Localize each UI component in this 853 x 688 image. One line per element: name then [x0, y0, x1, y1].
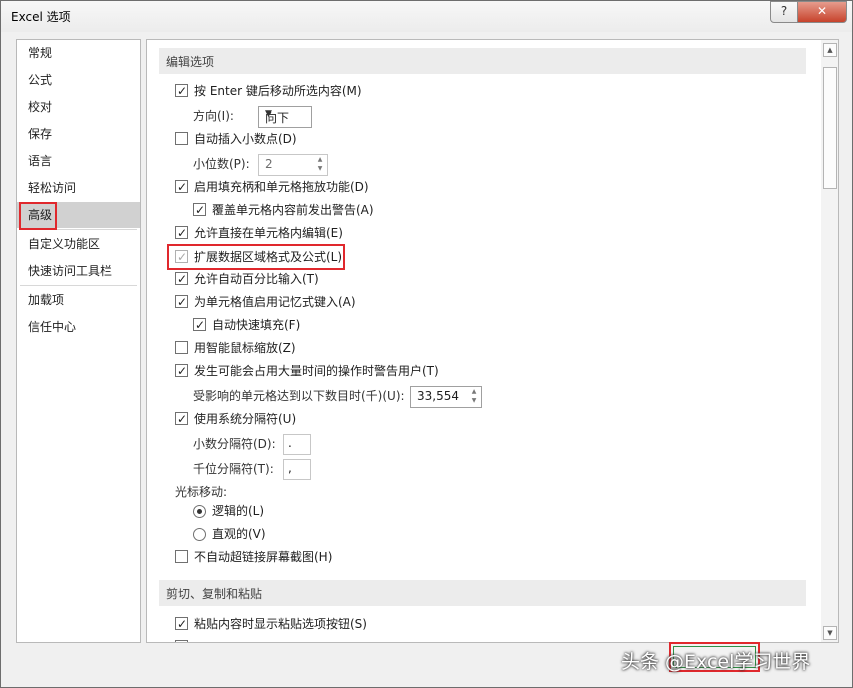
chevron-down-icon: ▼	[265, 109, 272, 119]
decimal-places-spinner[interactable]: 2 ▲ ▼	[258, 154, 328, 176]
checkbox-icon[interactable]	[175, 550, 188, 563]
nav-item-general[interactable]: 常规	[17, 40, 140, 66]
checkbox-icon[interactable]	[175, 341, 188, 354]
radio-icon[interactable]	[193, 528, 206, 541]
decimal-places-label: 小位数(P):	[193, 157, 250, 171]
nav-divider	[20, 285, 137, 286]
nav-item-add-ins[interactable]: 加载项	[17, 287, 140, 313]
decimal-separator-input[interactable]: .	[283, 434, 311, 455]
cells-affected-spinner[interactable]: 33,554 ▲ ▼	[410, 386, 482, 408]
nav-item-customize-ribbon[interactable]: 自定义功能区	[17, 231, 140, 257]
vertical-scrollbar[interactable]: ▲ ▼	[821, 40, 838, 642]
cells-affected-label: 受影响的单元格达到以下数目时(千)(U):	[193, 389, 405, 403]
cursor-movement-label: 光标移动:	[175, 485, 228, 499]
watermark: 头条 @Excel学习世界	[621, 651, 811, 673]
checkbox-icon[interactable]	[175, 223, 188, 243]
close-button[interactable]: ✕	[797, 1, 847, 23]
thousands-separator-input[interactable]: ,	[283, 459, 311, 480]
nav-item-quick-access-toolbar[interactable]: 快速访问工具栏	[17, 258, 140, 284]
nav-item-accessibility[interactable]: 轻松访问	[17, 175, 140, 201]
radio-icon[interactable]	[193, 505, 206, 518]
checkbox-icon[interactable]	[175, 132, 188, 145]
checkbox-icon[interactable]	[175, 177, 188, 197]
direction-label: 方向(I):	[193, 109, 234, 123]
scroll-thumb[interactable]	[823, 67, 837, 189]
decimal-separator-label: 小数分隔符(D):	[193, 437, 276, 451]
checkbox-icon[interactable]	[193, 200, 206, 220]
options-nav: 常规 公式 校对 保存 语言 轻松访问 高级 自定义功能区 快速访问工具栏 加载…	[16, 39, 141, 643]
direction-select[interactable]: 向下 ▼	[258, 106, 312, 128]
scroll-down-icon[interactable]: ▼	[823, 626, 837, 640]
title-bar: Excel 选项 ? ✕	[1, 1, 852, 32]
window-title: Excel 选项	[11, 10, 71, 24]
section-header-cut-copy-paste: 剪切、复制和粘贴	[159, 580, 806, 606]
help-button[interactable]: ?	[770, 1, 798, 23]
advanced-options-panel: 编辑选项 按 Enter 键后移动所选内容(M) 方向(I): 向下▼ 自动插入…	[146, 39, 839, 643]
checkbox-icon[interactable]	[175, 292, 188, 312]
nav-item-trust-center[interactable]: 信任中心	[17, 314, 140, 340]
highlight-extend-formats	[167, 244, 345, 270]
checkbox-icon[interactable]	[193, 315, 206, 335]
checkbox-icon[interactable]	[175, 81, 188, 101]
checkbox-icon[interactable]	[175, 614, 188, 634]
spinner-arrows-icon[interactable]: ▲ ▼	[469, 387, 479, 405]
nav-item-proofing[interactable]: 校对	[17, 94, 140, 120]
checkbox-icon[interactable]	[175, 637, 188, 642]
highlight-advanced	[19, 202, 57, 230]
checkbox-icon[interactable]	[175, 269, 188, 289]
thousands-separator-label: 千位分隔符(T):	[193, 462, 274, 476]
scroll-up-icon[interactable]: ▲	[823, 43, 837, 57]
nav-item-language[interactable]: 语言	[17, 148, 140, 174]
checkbox-icon[interactable]	[175, 409, 188, 429]
spinner-arrows-icon[interactable]: ▲ ▼	[315, 155, 325, 173]
checkbox-icon[interactable]	[175, 361, 188, 381]
section-header-editing: 编辑选项	[159, 48, 806, 74]
nav-item-formulas[interactable]: 公式	[17, 67, 140, 93]
nav-item-save[interactable]: 保存	[17, 121, 140, 147]
excel-options-dialog: Excel 选项 ? ✕ 常规 公式 校对 保存 语言 轻松访问 高级 自定义功…	[0, 0, 853, 688]
